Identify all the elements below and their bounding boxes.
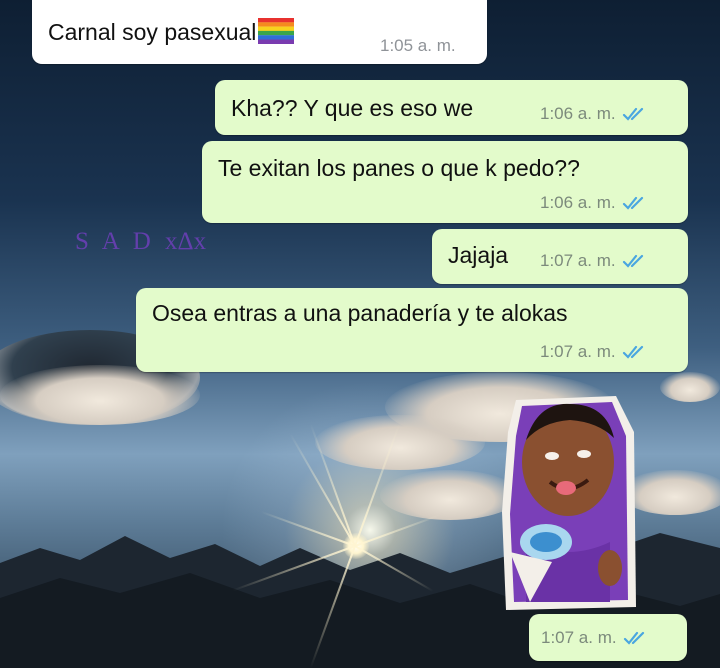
timestamp-text: 1:06 a. m. [540,193,616,212]
timestamp-text: 1:07 a. m. [540,342,616,361]
message-bubble-outgoing[interactable]: 1:07 a. m. [529,614,687,661]
message-text: Te exitan los panes o que k pedo?? [218,155,580,181]
cloud [660,372,720,402]
double-check-icon [622,254,643,268]
timestamp-text: 1:06 a. m. [540,104,616,123]
watermark-text: S A D xΔx [75,228,206,256]
watermark-suffix: xΔx [165,228,207,255]
rainbow-flag-icon [258,18,295,44]
kid-sticker[interactable] [498,392,638,612]
sun-flare [232,423,440,668]
message-bubble-outgoing[interactable]: Kha?? Y que es eso we 1:06 a. m. [215,80,688,135]
message-bubble-outgoing[interactable]: Jajaja 1:07 a. m. [432,229,688,284]
message-meta: 1:06 a. m. [540,193,650,213]
double-check-icon [623,631,644,645]
message-bubble-incoming[interactable]: Carnal soy pasexual 1:05 a. m. [32,0,487,64]
message-timestamp: 1:05 a. m. [380,36,456,56]
timestamp-text: 1:07 a. m. [540,251,616,270]
message-text: Kha?? Y que es eso we [231,95,474,121]
message-meta: 1:06 a. m. [540,104,650,124]
timestamp-text: 1:07 a. m. [541,628,617,647]
message-text-content: Carnal soy pasexual [48,19,257,45]
message-meta: 1:07 a. m. [541,628,651,648]
message-text: Jajaja [448,242,509,268]
message-text: Carnal soy pasexual [48,18,295,46]
double-check-icon [622,107,643,121]
cloud [0,365,200,425]
message-bubble-outgoing[interactable]: Osea entras a una panadería y te alokas … [136,288,688,372]
message-meta: 1:07 a. m. [540,251,650,271]
double-check-icon [622,345,643,359]
message-bubble-outgoing[interactable]: Te exitan los panes o que k pedo?? 1:06 … [202,141,688,223]
message-meta: 1:07 a. m. [540,342,650,362]
double-check-icon [622,196,643,210]
message-text: Osea entras a una panadería y te alokas [152,300,568,326]
timestamp-text: 1:05 a. m. [380,36,456,55]
watermark-main: S A D [75,228,155,255]
